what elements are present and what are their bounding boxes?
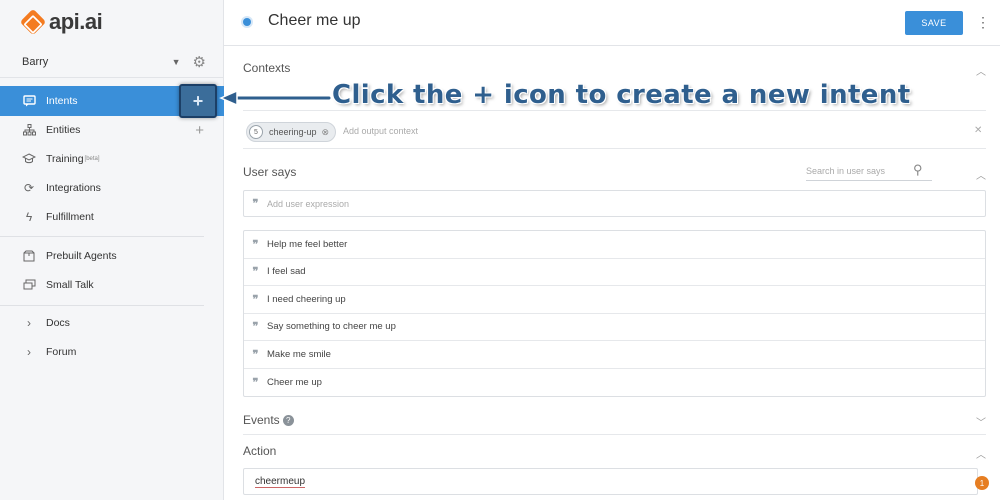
contexts-label[interactable]: Contexts bbox=[243, 61, 290, 75]
caret-down-icon[interactable]: ▼ bbox=[172, 57, 181, 67]
annotation-text: Click the + icon to create a new intent bbox=[332, 80, 911, 110]
sidebar-item-label: Fulfillment bbox=[46, 211, 94, 223]
context-lifespan[interactable]: 5 bbox=[249, 125, 263, 139]
sidebar: api.ai Barry ▼ ⚙ Intents Entities + Trai… bbox=[0, 0, 224, 500]
add-user-expression-input[interactable]: ❞ Add user expression bbox=[243, 190, 986, 217]
contexts-divider bbox=[243, 110, 986, 111]
save-button[interactable]: SAVE bbox=[905, 11, 963, 35]
action-input[interactable]: cheermeup bbox=[243, 468, 978, 495]
more-options-icon[interactable]: ⋮ bbox=[976, 14, 990, 31]
quote-icon: ❞ bbox=[252, 266, 259, 279]
logo-text: api.ai bbox=[49, 9, 103, 34]
sidebar-divider bbox=[0, 236, 204, 237]
list-item[interactable]: ❞ Make me smile bbox=[244, 341, 985, 369]
chevron-up-icon[interactable]: ︿ bbox=[976, 167, 986, 182]
intent-status-dot-icon bbox=[243, 18, 251, 26]
chevron-up-icon[interactable]: ︿ bbox=[976, 446, 986, 461]
agent-selector[interactable]: Barry ▼ ⚙ bbox=[0, 46, 224, 78]
phrase-text: Help me feel better bbox=[267, 238, 348, 250]
sidebar-item-training[interactable]: Training [beta] bbox=[0, 144, 224, 174]
quote-icon: ❞ bbox=[252, 238, 259, 251]
chat-boxes-icon bbox=[22, 278, 36, 292]
phrase-text: Cheer me up bbox=[267, 376, 322, 388]
remove-context-icon[interactable]: ⊗ bbox=[322, 127, 330, 138]
phrase-text: Make me smile bbox=[267, 348, 331, 360]
events-label[interactable]: Events? bbox=[243, 413, 294, 427]
agent-name: Barry bbox=[22, 55, 49, 68]
sidebar-item-prebuilt-agents[interactable]: Prebuilt Agents bbox=[0, 241, 224, 271]
graduation-cap-icon bbox=[22, 152, 36, 166]
expression-placeholder: Add user expression bbox=[267, 198, 350, 209]
list-item[interactable]: ❞ Help me feel better bbox=[244, 231, 985, 259]
contexts-bottom-divider bbox=[243, 148, 986, 149]
box-icon bbox=[22, 249, 36, 263]
sidebar-item-forum[interactable]: › Forum bbox=[0, 337, 224, 367]
sidebar-item-fulfillment[interactable]: ϟ Fulfillment bbox=[0, 202, 224, 232]
quote-icon: ❞ bbox=[252, 321, 259, 334]
list-item[interactable]: ❞ I need cheering up bbox=[244, 286, 985, 314]
chevron-up-icon[interactable]: ︿ bbox=[976, 63, 986, 78]
sidebar-item-label: Integrations bbox=[46, 182, 101, 194]
phrase-text: I feel sad bbox=[267, 266, 306, 278]
quote-icon: ❞ bbox=[252, 293, 259, 306]
sidebar-item-label: Prebuilt Agents bbox=[46, 250, 117, 262]
sidebar-item-docs[interactable]: › Docs bbox=[0, 308, 224, 338]
sidebar-item-label: Docs bbox=[46, 317, 70, 329]
notification-badge[interactable]: 1 bbox=[975, 476, 989, 490]
sidebar-item-entities[interactable]: Entities + bbox=[0, 115, 224, 145]
sidebar-divider bbox=[0, 305, 204, 306]
refresh-icon: ⟳ bbox=[23, 181, 35, 195]
chat-bubble-icon bbox=[22, 94, 36, 108]
phrase-text: Say something to cheer me up bbox=[267, 321, 396, 333]
sidebar-item-label: Training bbox=[46, 153, 84, 165]
user-says-label[interactable]: User says bbox=[243, 165, 296, 179]
sidebar-item-label: Forum bbox=[46, 346, 77, 358]
user-says-list: ❞ Help me feel better ❞ I feel sad ❞ I need… bbox=[243, 230, 986, 397]
list-item[interactable]: ❞ Cheer me up bbox=[244, 369, 985, 397]
chevron-right-icon: › bbox=[27, 316, 31, 330]
sidebar-item-label: Small Talk bbox=[46, 279, 94, 291]
list-item[interactable]: ❞ I feel sad bbox=[244, 259, 985, 286]
sidebar-item-label: Intents bbox=[46, 95, 78, 107]
sidebar-item-label: Entities bbox=[46, 124, 81, 136]
beta-badge: [beta] bbox=[84, 156, 100, 162]
context-name: cheering-up bbox=[269, 127, 317, 137]
output-context-chip[interactable]: 5 cheering-up ⊗ bbox=[246, 122, 337, 142]
quote-icon: ❞ bbox=[252, 198, 259, 210]
clear-contexts-icon[interactable]: ✕ bbox=[974, 125, 982, 136]
action-value: cheermeup bbox=[255, 475, 306, 488]
add-output-context-input[interactable]: Add output context bbox=[343, 126, 418, 136]
events-divider bbox=[243, 434, 986, 435]
add-intent-button[interactable]: + bbox=[179, 84, 217, 118]
quote-icon: ❞ bbox=[252, 348, 259, 361]
phrase-text: I need cheering up bbox=[267, 293, 346, 305]
intent-title[interactable]: Cheer me up bbox=[268, 12, 361, 30]
chevron-right-icon: › bbox=[27, 345, 31, 359]
add-entity-icon[interactable]: + bbox=[195, 122, 204, 139]
sidebar-item-small-talk[interactable]: Small Talk bbox=[0, 270, 224, 300]
lightning-icon: ϟ bbox=[25, 210, 33, 224]
api-ai-logo-icon bbox=[19, 8, 47, 36]
sidebar-item-integrations[interactable]: ⟳ Integrations bbox=[0, 173, 224, 203]
chevron-down-icon[interactable]: ﹀ bbox=[976, 414, 986, 429]
logo[interactable]: api.ai bbox=[19, 8, 103, 36]
gear-icon[interactable]: ⚙ bbox=[193, 53, 206, 71]
help-icon[interactable]: ? bbox=[282, 415, 294, 426]
list-item[interactable]: ❞ Say something to cheer me up bbox=[244, 314, 985, 341]
sitemap-icon bbox=[22, 123, 36, 137]
intent-header: Cheer me up SAVE ⋮ bbox=[224, 0, 1000, 46]
quote-icon: ❞ bbox=[252, 376, 259, 389]
action-label[interactable]: Action bbox=[243, 444, 276, 458]
annotation-arrow-icon bbox=[219, 89, 331, 107]
search-icon[interactable]: ⚲ bbox=[913, 162, 923, 178]
